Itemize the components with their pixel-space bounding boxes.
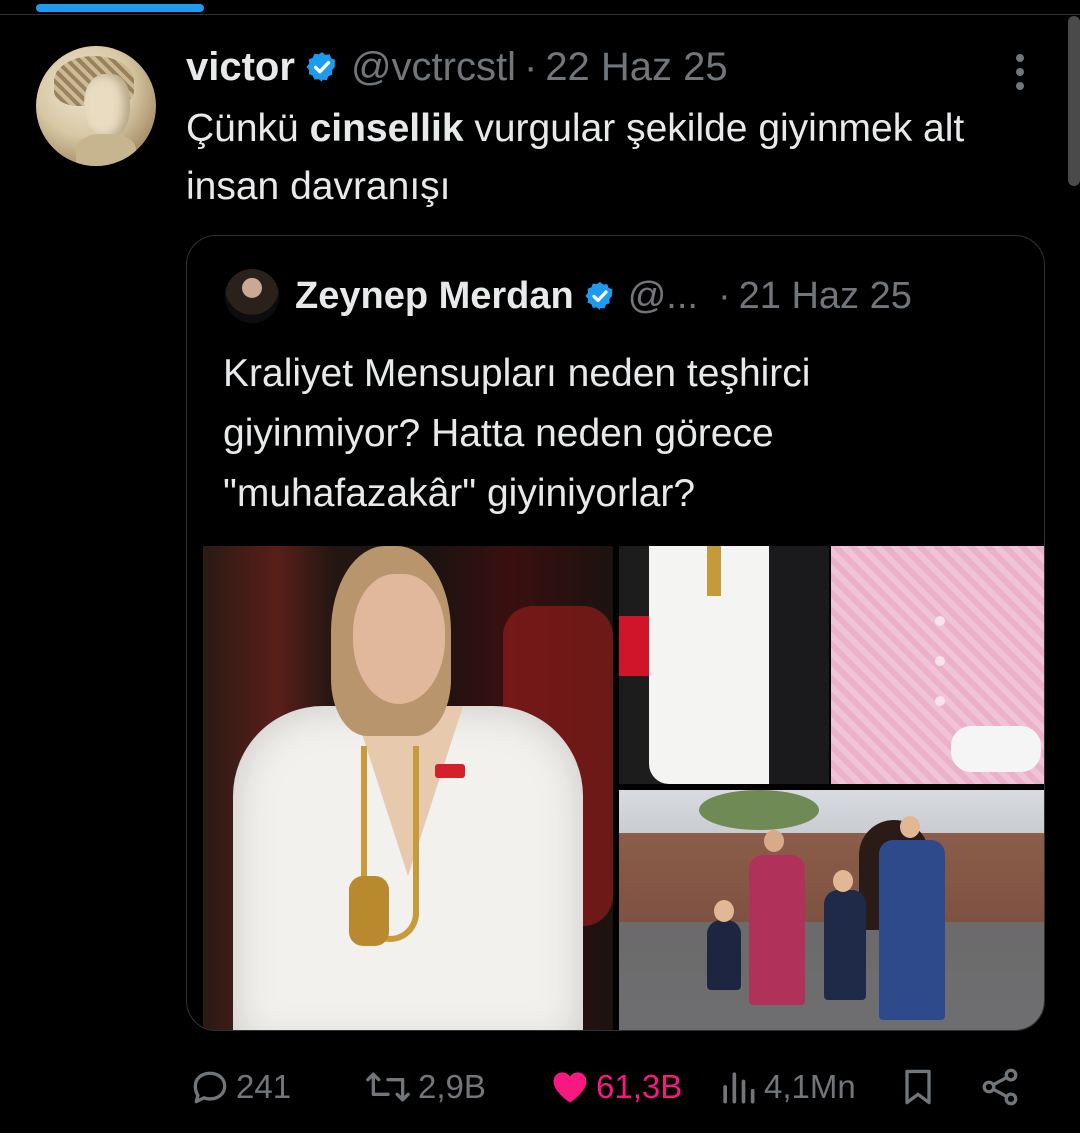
quoted-text: Kraliyet Mensupları neden teşhirci giyin…	[223, 352, 811, 515]
quoted-display-name[interactable]: Zeynep Merdan	[295, 275, 574, 318]
media-photo-2[interactable]	[619, 546, 829, 784]
media-photo-4[interactable]	[619, 790, 1044, 1030]
tweet-header: victor @vctrcstl · 22 Haz 25	[186, 42, 728, 92]
retweet-count: 2,9B	[418, 1068, 486, 1105]
tweet-text: Çünkü cinsellik vurgular şekilde giyinme…	[186, 100, 1056, 216]
views-icon	[723, 1072, 755, 1104]
scrollbar[interactable]	[1068, 16, 1080, 186]
quoted-tweet[interactable]: Zeynep Merdan @... · 21 Haz 25 Kraliyet …	[186, 235, 1045, 1031]
quoted-avatar[interactable]	[225, 269, 279, 323]
bookmark-icon	[905, 1069, 931, 1105]
avatar-face	[84, 74, 130, 138]
top-divider	[0, 14, 1080, 15]
loading-progress-bar	[36, 4, 204, 12]
quoted-tweet-header: Zeynep Merdan @... · 21 Haz 25	[225, 266, 912, 326]
share-icon	[982, 1068, 1018, 1106]
tweet-actions: 241 2,9B 61,3B 4,1Mn	[0, 1060, 1080, 1114]
tweet-date[interactable]: 22 Haz 25	[545, 45, 727, 90]
like-count: 61,3B	[596, 1068, 683, 1105]
avatar-neck	[76, 134, 136, 166]
handle[interactable]: @vctrcstl	[351, 45, 516, 90]
retweet-button[interactable]: 2,9B	[362, 1060, 486, 1114]
tweet-text-prefix: Çünkü	[186, 107, 310, 150]
tweet-text-bold: cinsellik	[309, 107, 464, 150]
media-photo-1[interactable]	[203, 546, 613, 1030]
media-grid	[187, 546, 1044, 1030]
media-photo-3[interactable]	[831, 546, 1044, 784]
display-name[interactable]: victor	[186, 45, 295, 90]
more-icon[interactable]	[1008, 50, 1032, 90]
views-count: 4,1Mn	[764, 1068, 856, 1105]
reply-icon	[193, 1071, 227, 1104]
views-button[interactable]: 4,1Mn	[716, 1060, 856, 1114]
bookmark-button[interactable]	[896, 1060, 944, 1114]
quoted-handle[interactable]: @...	[628, 275, 698, 318]
quoted-date[interactable]: 21 Haz 25	[739, 275, 912, 318]
share-button[interactable]	[978, 1060, 1026, 1114]
verified-badge-icon[interactable]	[305, 50, 339, 84]
reply-count: 241	[236, 1068, 292, 1105]
like-button[interactable]: 61,3B	[548, 1060, 682, 1114]
separator: ·	[523, 44, 538, 89]
quoted-separator: ·	[717, 274, 731, 317]
reply-button[interactable]: 241	[188, 1060, 291, 1114]
heart-icon	[553, 1072, 587, 1103]
verified-badge-icon[interactable]	[584, 280, 616, 312]
avatar[interactable]	[36, 46, 156, 166]
retweet-icon	[366, 1072, 410, 1102]
